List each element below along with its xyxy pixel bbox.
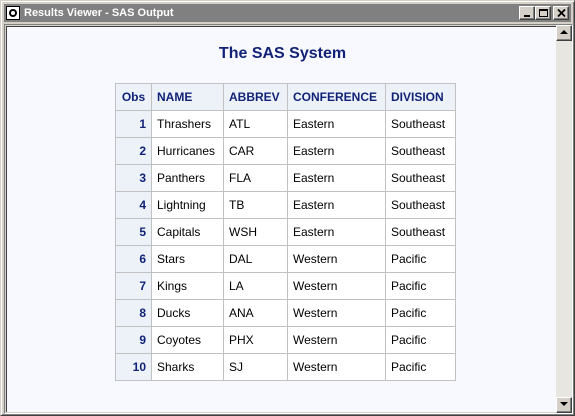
arrow-down-icon (560, 402, 568, 406)
abbrev-cell: ANA (223, 299, 288, 327)
division-cell: Southeast (385, 137, 456, 165)
name-cell: Kings (151, 272, 224, 300)
table-header-row: Obs NAME ABBREV CONFERENCE DIVISION (115, 83, 456, 111)
table-row: 5 Capitals WSH Eastern Southeast (115, 218, 456, 246)
minimize-icon (524, 15, 530, 17)
arrow-up-icon (560, 30, 568, 34)
window-title: Results Viewer - SAS Output (24, 7, 174, 19)
conference-cell: Eastern (287, 110, 386, 138)
results-table: Obs NAME ABBREV CONFERENCE DIVISION 1 Th… (115, 83, 456, 381)
table-row: 8 Ducks ANA Western Pacific (115, 299, 456, 327)
close-icon (557, 9, 566, 18)
division-cell: Pacific (385, 326, 456, 354)
maximize-icon (539, 9, 548, 17)
vertical-scrollbar[interactable] (556, 25, 572, 413)
abbrev-cell: CAR (223, 137, 288, 165)
obs-cell: 7 (115, 272, 152, 300)
name-cell: Coyotes (151, 326, 224, 354)
division-cell: Southeast (385, 110, 456, 138)
conference-cell: Western (287, 299, 386, 327)
conference-cell: Western (287, 245, 386, 273)
abbrev-cell: TB (223, 191, 288, 219)
name-cell: Panthers (151, 164, 224, 192)
obs-cell: 9 (115, 326, 152, 354)
results-viewer-window: Results Viewer - SAS Output The SAS Syst… (0, 0, 575, 416)
table-row: 9 Coyotes PHX Western Pacific (115, 326, 456, 354)
abbrev-cell: ATL (223, 110, 288, 138)
minimize-button[interactable] (519, 6, 535, 20)
table-row: 10 Sharks SJ Western Pacific (115, 353, 456, 381)
conference-cell: Eastern (287, 218, 386, 246)
name-cell: Thrashers (151, 110, 224, 138)
division-cell: Southeast (385, 164, 456, 192)
maximize-button[interactable] (535, 6, 551, 20)
close-button[interactable] (553, 6, 569, 20)
name-cell: Lightning (151, 191, 224, 219)
obs-cell: 5 (115, 218, 152, 246)
scroll-down-button[interactable] (556, 397, 572, 413)
division-cell: Southeast (385, 218, 456, 246)
abbrev-cell: WSH (223, 218, 288, 246)
obs-cell: 4 (115, 191, 152, 219)
abbrev-cell: SJ (223, 353, 288, 381)
window-controls (519, 6, 569, 20)
obs-cell: 6 (115, 245, 152, 273)
title-bar[interactable]: Results Viewer - SAS Output (4, 4, 571, 22)
table-row: 3 Panthers FLA Eastern Southeast (115, 164, 456, 192)
conference-cell: Western (287, 326, 386, 354)
table-row: 7 Kings LA Western Pacific (115, 272, 456, 300)
column-header-obs: Obs (115, 83, 152, 111)
table-row: 1 Thrashers ATL Eastern Southeast (115, 110, 456, 138)
abbrev-cell: LA (223, 272, 288, 300)
division-cell: Pacific (385, 272, 456, 300)
division-cell: Pacific (385, 245, 456, 273)
conference-cell: Western (287, 353, 386, 381)
obs-cell: 10 (115, 353, 152, 381)
column-header-abbrev: ABBREV (223, 83, 288, 111)
division-cell: Pacific (385, 353, 456, 381)
obs-cell: 1 (115, 110, 152, 138)
column-header-name: NAME (151, 83, 224, 111)
abbrev-cell: PHX (223, 326, 288, 354)
name-cell: Sharks (151, 353, 224, 381)
conference-cell: Eastern (287, 191, 386, 219)
conference-cell: Eastern (287, 137, 386, 165)
report-title: The SAS System (218, 45, 347, 62)
name-cell: Capitals (151, 218, 224, 246)
name-cell: Stars (151, 245, 224, 273)
obs-cell: 2 (115, 137, 152, 165)
conference-cell: Western (287, 272, 386, 300)
table-row: 4 Lightning TB Eastern Southeast (115, 191, 456, 219)
division-cell: Pacific (385, 299, 456, 327)
sas-results-icon[interactable] (6, 6, 20, 20)
output-pane: The SAS System Obs NAME ABBREV CONFERENC… (4, 24, 573, 414)
abbrev-cell: DAL (223, 245, 288, 273)
conference-cell: Eastern (287, 164, 386, 192)
column-header-division: DIVISION (385, 83, 456, 111)
results-viewport[interactable]: The SAS System Obs NAME ABBREV CONFERENC… (6, 26, 557, 412)
division-cell: Southeast (385, 191, 456, 219)
obs-cell: 3 (115, 164, 152, 192)
abbrev-cell: FLA (223, 164, 288, 192)
name-cell: Hurricanes (151, 137, 224, 165)
scroll-up-button[interactable] (556, 25, 572, 41)
obs-cell: 8 (115, 299, 152, 327)
name-cell: Ducks (151, 299, 224, 327)
table-row: 6 Stars DAL Western Pacific (115, 245, 456, 273)
table-row: 2 Hurricanes CAR Eastern Southeast (115, 137, 456, 165)
column-header-conference: CONFERENCE (287, 83, 386, 111)
